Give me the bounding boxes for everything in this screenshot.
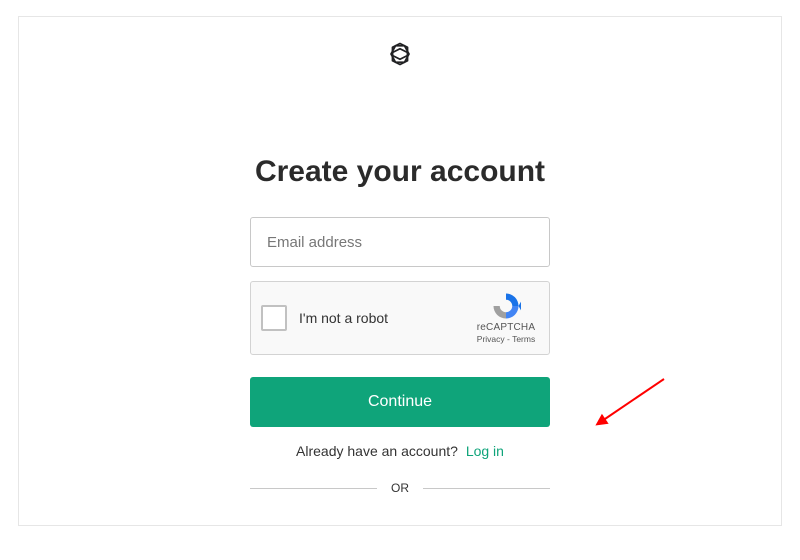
divider-line-left xyxy=(250,488,377,489)
recaptcha-checkbox[interactable] xyxy=(261,305,287,331)
recaptcha-box: I'm not a robot reCAPTCHA Privacy - Term… xyxy=(250,281,550,355)
login-prompt-text: Already have an account? xyxy=(296,443,458,459)
recaptcha-legal-links[interactable]: Privacy - Terms xyxy=(477,334,535,344)
signup-form: Create your account I'm not a robot reCA… xyxy=(240,155,560,495)
login-prompt-row: Already have an account? Log in xyxy=(296,443,504,459)
recaptcha-icon xyxy=(491,291,521,322)
logo-container xyxy=(19,17,781,69)
annotation-arrow-icon xyxy=(594,373,674,433)
page-title: Create your account xyxy=(255,155,545,189)
divider-row: OR xyxy=(250,481,550,495)
signup-page: Create your account I'm not a robot reCA… xyxy=(18,16,782,526)
openai-logo-icon xyxy=(385,39,415,69)
continue-button[interactable]: Continue xyxy=(250,377,550,427)
email-field[interactable] xyxy=(250,217,550,267)
divider-line-right xyxy=(423,488,550,489)
login-link[interactable]: Log in xyxy=(466,443,504,459)
divider-text: OR xyxy=(391,481,409,495)
recaptcha-brand-text: reCAPTCHA xyxy=(477,322,535,334)
recaptcha-badge: reCAPTCHA Privacy - Terms xyxy=(473,291,539,344)
recaptcha-label: I'm not a robot xyxy=(299,310,473,326)
